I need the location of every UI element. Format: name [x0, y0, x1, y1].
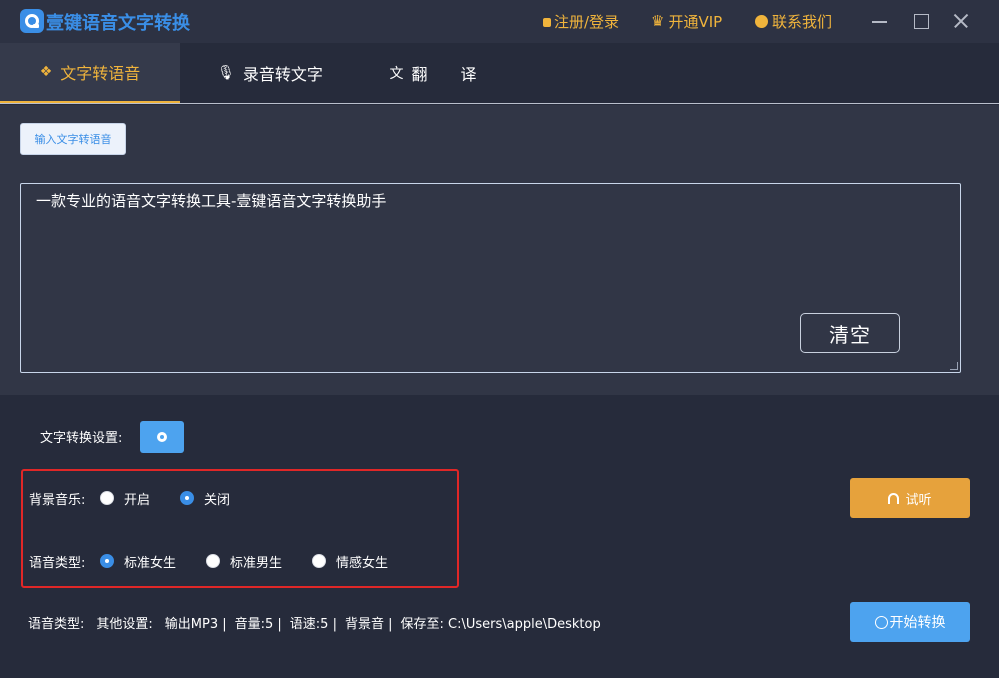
bgm-on-radio[interactable]: 开启	[100, 489, 150, 508]
status-voice-type: 语音类型:	[28, 617, 85, 632]
tab-text-to-speech[interactable]: ❖ 文字转语音	[0, 43, 180, 103]
radio-dot-checked	[180, 491, 195, 505]
radio-dot	[206, 554, 221, 568]
vip-link[interactable]: ♛ 开通VIP	[651, 10, 722, 32]
status-bgm: 背景音 |	[344, 617, 393, 632]
status-volume: 音量:5 |	[234, 617, 282, 632]
radio-label: 情感女生	[336, 555, 389, 571]
headphone-icon	[888, 492, 900, 504]
voice-type-label: 语音类型:	[29, 555, 86, 571]
status-other-settings: 其他设置:	[96, 617, 153, 632]
radio-dot	[312, 554, 327, 568]
background-music-label: 背景音乐:	[29, 492, 86, 508]
status-save-path: 保存至: C:\Users\apple\Desktop	[400, 617, 601, 632]
voice-emotional-female-radio[interactable]: 情感女生	[312, 552, 388, 571]
radio-label: 关闭	[204, 492, 231, 508]
contact-label: 联系我们	[772, 12, 833, 31]
status-speed: 语速:5 |	[289, 617, 337, 632]
voice-type-row: 语音类型: 标准女生 标准男生 情感女生	[29, 550, 388, 572]
status-summary: 语音类型: 其他设置: 输出MP3 | 音量:5 | 语速:5 | 背景音 | …	[28, 613, 605, 632]
app-logo-icon	[20, 9, 44, 33]
editor-panel: 输入文字转语音 一款专业的语音文字转换工具-壹键语音文字转换助手 清空	[0, 105, 999, 395]
smile-icon	[755, 14, 768, 28]
tab-speech-to-text[interactable]: 🎙 录音转文字	[190, 43, 350, 103]
settings-button[interactable]	[140, 421, 184, 453]
text-to-speech-icon: ❖	[39, 64, 53, 80]
clear-button[interactable]: 清空	[800, 313, 900, 353]
status-output: 输出MP3 |	[164, 617, 227, 632]
login-link[interactable]: 注册/登录	[543, 10, 619, 32]
contact-link[interactable]: 联系我们	[755, 10, 832, 32]
user-icon	[543, 17, 551, 27]
tab-label: 文字转语音	[60, 64, 141, 83]
listen-label: 试听	[905, 492, 932, 508]
crown-icon: ♛	[651, 12, 665, 30]
voice-standard-female-radio[interactable]: 标准女生	[100, 552, 176, 571]
text-to-speech-mode-button[interactable]: 输入文字转语音	[20, 123, 126, 155]
gear-icon	[157, 432, 167, 442]
start-label: 开始转换	[889, 615, 946, 631]
voice-standard-male-radio[interactable]: 标准男生	[206, 552, 282, 571]
radio-dot	[100, 491, 114, 505]
minimize-button[interactable]	[870, 11, 890, 31]
title-bar: 壹键语音文字转换 注册/登录 ♛ 开通VIP 联系我们	[0, 0, 999, 43]
options-highlight-box: 背景音乐: 开启 关闭 语音类型: 标准女生 标准男生 情感女生	[21, 469, 459, 588]
background-music-row: 背景音乐: 开启 关闭	[29, 487, 230, 509]
vip-label: 开通VIP	[668, 12, 723, 31]
login-label: 注册/登录	[554, 12, 620, 31]
tab-label: 翻 译	[411, 65, 491, 84]
resize-grip-icon[interactable]	[950, 362, 958, 370]
close-button[interactable]	[951, 11, 971, 31]
translate-icon: 文	[389, 66, 404, 82]
conversion-settings-label: 文字转换设置:	[40, 431, 123, 446]
listen-button[interactable]: 试听	[850, 478, 970, 518]
radio-label: 开启	[124, 492, 151, 508]
convert-icon	[874, 615, 888, 629]
start-convert-button[interactable]: 开始转换	[850, 602, 970, 642]
radio-label: 标准男生	[230, 555, 283, 571]
radio-dot-checked	[100, 554, 114, 568]
tab-translate[interactable]: 文 翻 译	[370, 43, 510, 103]
app-title: 壹键语音文字转换	[46, 13, 190, 34]
bgm-off-radio[interactable]: 关闭	[180, 489, 230, 508]
tab-label: 录音转文字	[242, 65, 323, 84]
maximize-button[interactable]	[912, 11, 932, 31]
tab-bar: ❖ 文字转语音 🎙 录音转文字 文 翻 译	[0, 43, 999, 104]
text-input-content: 一款专业的语音文字转换工具-壹键语音文字转换助手	[36, 192, 387, 210]
radio-label: 标准女生	[124, 555, 177, 571]
microphone-icon: 🎙	[217, 65, 235, 81]
